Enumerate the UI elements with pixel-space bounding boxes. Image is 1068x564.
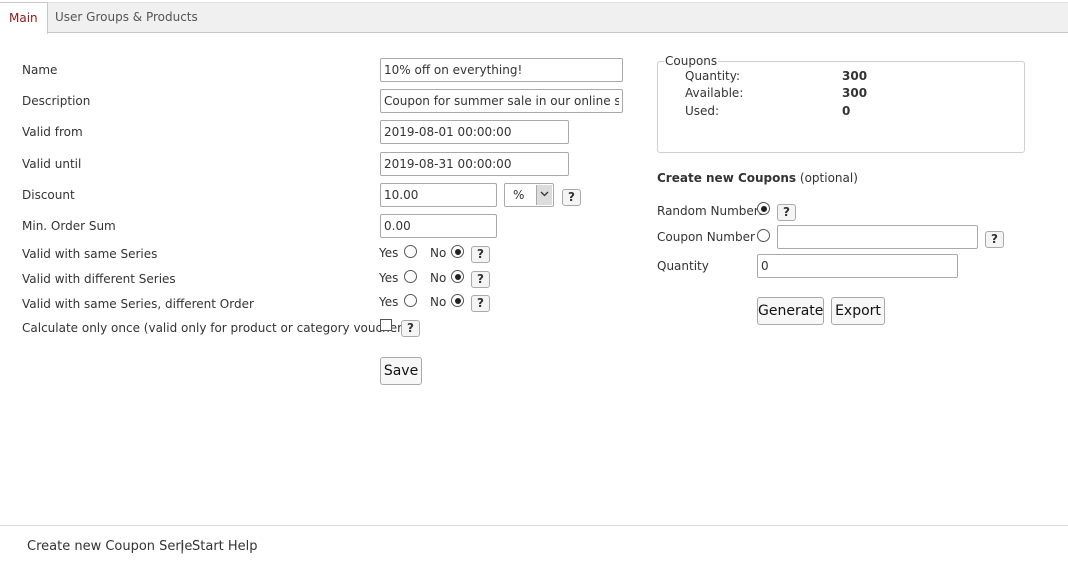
same-series-no-label: No: [430, 246, 447, 260]
footer: Create new Coupon Serie | Start Help: [0, 525, 1068, 564]
generate-button[interactable]: Generate: [757, 297, 824, 325]
name-label: Name: [22, 63, 58, 77]
min-order-sum-input[interactable]: [380, 214, 497, 238]
same-series-yes-label: Yes: [379, 246, 399, 260]
random-numbers-radio[interactable]: [757, 202, 770, 215]
diff-series-yes-label: Yes: [379, 271, 399, 285]
discount-help-button[interactable]: ?: [562, 189, 581, 206]
footer-separator: |: [180, 539, 185, 554]
description-label: Description: [22, 94, 91, 108]
same-series-diff-order-help-button[interactable]: ?: [471, 295, 490, 312]
diff-series-no-label: No: [430, 271, 447, 285]
same-series-help-button[interactable]: ?: [471, 246, 490, 263]
start-help-link[interactable]: Start Help: [192, 539, 258, 554]
save-button[interactable]: Save: [380, 357, 422, 385]
coupon-number-input[interactable]: [777, 225, 978, 249]
export-button[interactable]: Export: [831, 297, 885, 325]
diff-series-label: Valid with different Series: [22, 272, 176, 286]
tab-main[interactable]: Main: [0, 2, 48, 34]
coupon-number-help-button[interactable]: ?: [985, 231, 1004, 248]
same-series-label: Valid with same Series: [22, 247, 158, 261]
diff-series-yes-radio[interactable]: [404, 270, 417, 283]
discount-label: Discount: [22, 188, 75, 202]
discount-unit-value: %: [513, 188, 525, 202]
coupon-number-label: Coupon Number: [657, 230, 755, 244]
random-numbers-label: Random Numbers: [657, 204, 765, 218]
same-series-diff-order-no-label: No: [430, 295, 447, 309]
diff-series-help-button[interactable]: ?: [471, 271, 490, 288]
tab-user-groups-products[interactable]: User Groups & Products: [46, 2, 207, 34]
same-series-yes-radio[interactable]: [404, 245, 417, 258]
name-input[interactable]: [380, 58, 623, 82]
discount-unit-select[interactable]: %: [504, 183, 554, 207]
diff-series-no-radio[interactable]: [451, 270, 464, 283]
coupons-available-label: Available:: [685, 86, 744, 100]
valid-until-label: Valid until: [22, 157, 82, 171]
create-coupons-heading: Create new Coupons (optional): [657, 171, 858, 185]
coupons-used-value: 0: [842, 104, 851, 118]
coupons-available-value: 300: [842, 86, 868, 100]
calc-once-label: Calculate only once (valid only for prod…: [22, 321, 413, 335]
valid-until-input[interactable]: [380, 152, 569, 176]
random-numbers-help-button[interactable]: ?: [777, 204, 796, 221]
same-series-diff-order-yes-radio[interactable]: [404, 294, 417, 307]
coupon-number-radio[interactable]: [757, 229, 770, 242]
coupons-used-label: Used:: [685, 104, 720, 118]
same-series-diff-order-yes-label: Yes: [379, 295, 399, 309]
valid-from-input[interactable]: [380, 120, 569, 144]
chevron-down-icon: [536, 185, 552, 205]
calc-once-help-button[interactable]: ?: [401, 320, 420, 337]
create-coupons-title: Create new Coupons: [657, 171, 797, 185]
discount-input[interactable]: [380, 183, 497, 207]
tab-bar: Main User Groups & Products: [0, 2, 1068, 34]
create-quantity-input[interactable]: [757, 254, 958, 278]
min-order-sum-label: Min. Order Sum: [22, 219, 116, 233]
calc-once-checkbox[interactable]: [380, 319, 392, 331]
create-coupon-serie-link[interactable]: Create new Coupon Serie: [27, 539, 192, 554]
coupons-quantity-value: 300: [842, 69, 868, 83]
same-series-no-radio[interactable]: [451, 245, 464, 258]
same-series-diff-order-no-radio[interactable]: [451, 294, 464, 307]
same-series-diff-order-label: Valid with same Series, different Order: [22, 297, 254, 311]
description-input[interactable]: [380, 89, 623, 113]
coupons-quantity-label: Quantity:: [685, 69, 741, 83]
create-coupons-optional: (optional): [799, 171, 858, 185]
create-quantity-label: Quantity: [657, 259, 709, 273]
coupons-legend: Coupons: [665, 54, 718, 68]
valid-from-label: Valid from: [22, 125, 83, 139]
